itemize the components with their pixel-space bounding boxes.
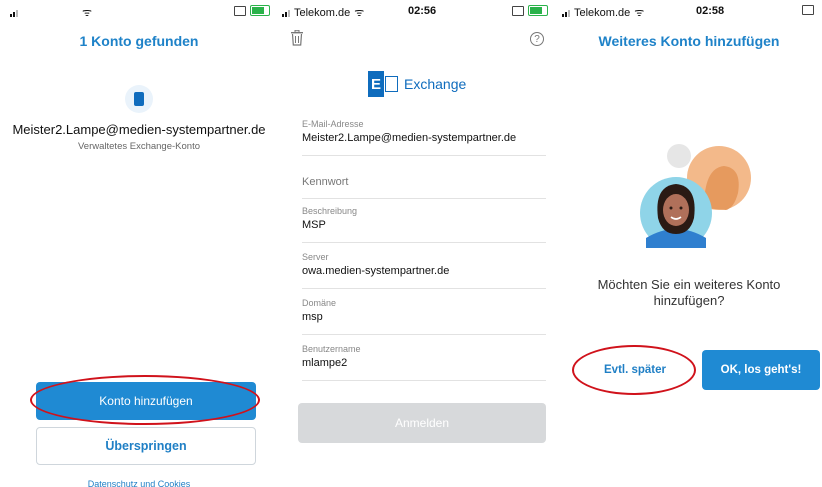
wifi-icon: ᯤ	[354, 7, 365, 19]
battery-icon	[528, 5, 548, 16]
carrier-name: Telekom.de	[294, 6, 351, 19]
signal-icon	[282, 8, 290, 17]
exchange-setup-screen: Telekom.de ᯤ 02:56 ? E Exchange E-Mail-A…	[278, 0, 556, 487]
battery-icon	[250, 5, 270, 16]
screen-mirror-icon	[234, 5, 246, 16]
description-field[interactable]: Beschreibung MSP	[302, 206, 546, 243]
brand-name: Exchange	[404, 76, 467, 92]
screen-mirror-icon	[802, 5, 814, 15]
question-text: Möchten Sie ein weiteres Konto hinzufüge…	[597, 277, 781, 308]
signal-icon	[562, 8, 570, 17]
status-bar: ᯤ	[0, 0, 278, 24]
account-email: Meister2.Lampe@medien-systempartner.de	[12, 122, 266, 137]
carrier-name: Telekom.de	[574, 6, 631, 19]
privacy-link[interactable]: Datenschutz und Cookies	[0, 479, 278, 487]
password-field[interactable]: Kennwort	[302, 176, 546, 199]
server-field[interactable]: Server owa.medien-systempartner.de	[302, 252, 546, 289]
page-title: 1 Konto gefunden	[79, 33, 199, 49]
account-found-screen: ᯤ 1 Konto gefunden Meister2.Lampe@medien…	[0, 0, 278, 487]
signin-button[interactable]: Anmelden	[298, 403, 546, 443]
skip-button[interactable]: Überspringen	[36, 427, 256, 465]
email-field[interactable]: E-Mail-Adresse Meister2.Lampe@medien-sys…	[302, 119, 546, 156]
wifi-icon: ᯤ	[82, 7, 93, 19]
exchange-icon: E	[368, 71, 398, 97]
username-field[interactable]: Benutzername mlampe2	[302, 344, 546, 381]
annotation-circle	[30, 375, 260, 425]
exchange-logo: E Exchange	[368, 71, 466, 97]
account-type: Verwaltetes Exchange-Konto	[78, 141, 200, 152]
screen-mirror-icon	[512, 5, 524, 16]
status-bar: Telekom.de ᯤ 02:58	[556, 0, 822, 24]
wifi-icon: ᯤ	[634, 7, 645, 19]
ok-button[interactable]: OK, los geht's!	[702, 350, 820, 390]
help-icon[interactable]: ?	[530, 32, 544, 46]
trash-icon[interactable]	[290, 30, 304, 46]
page-title: Weiteres Konto hinzufügen	[598, 33, 780, 49]
domain-field[interactable]: Domäne msp	[302, 298, 546, 335]
annotation-circle	[572, 345, 696, 395]
clock: 02:58	[696, 5, 725, 17]
status-bar: Telekom.de ᯤ 02:56	[278, 0, 556, 24]
add-another-account-screen: Telekom.de ᯤ 02:58 Weiteres Konto hinzuf…	[556, 0, 822, 487]
clock: 02:56	[408, 5, 437, 17]
people-illustration-icon	[640, 144, 751, 248]
signal-icon	[10, 8, 18, 17]
exchange-icon	[125, 85, 153, 113]
